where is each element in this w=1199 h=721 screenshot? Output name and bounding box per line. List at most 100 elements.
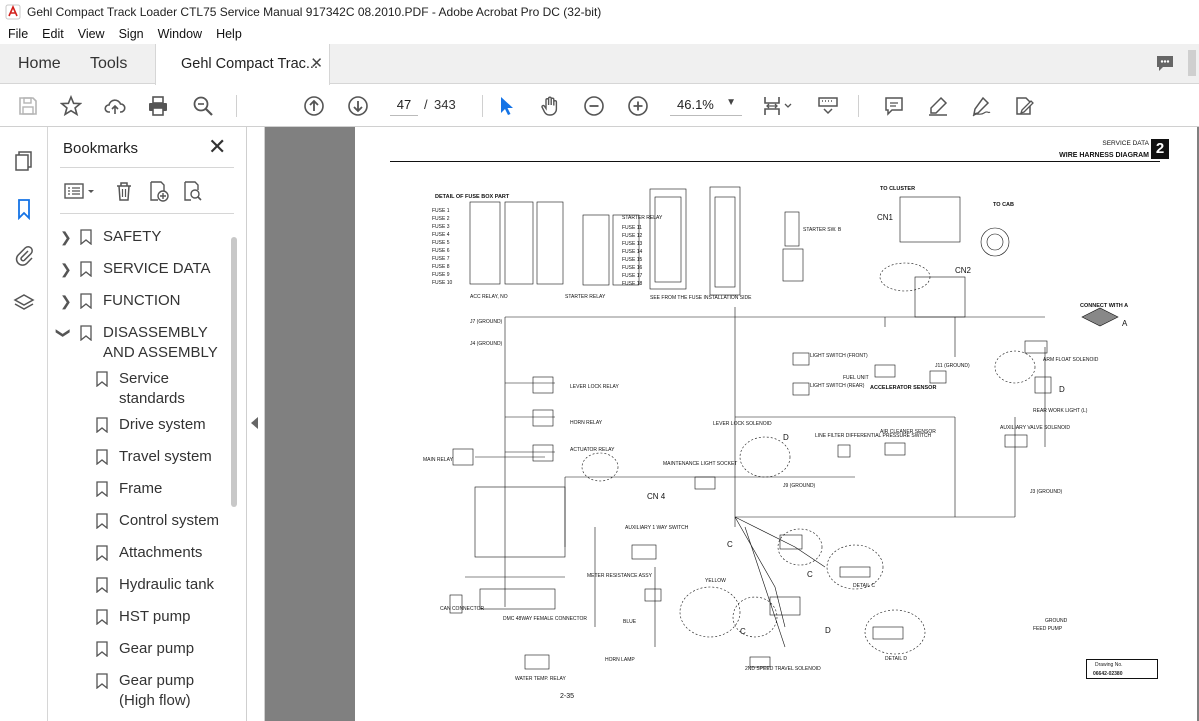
document-viewer[interactable]: SERVICE DATA WIRE HARNESS DIAGRAM 2 DETA… bbox=[265, 127, 1199, 721]
bookmark-options-icon[interactable] bbox=[62, 179, 98, 203]
menu-window[interactable]: Window bbox=[150, 27, 208, 41]
close-panel-icon[interactable]: ✕ bbox=[208, 136, 226, 158]
bookmarks-list: ❯ SAFETY ❯ SERVICE DATA ❯ FUNCTION ❯ DIS… bbox=[48, 223, 233, 721]
select-cursor-icon[interactable] bbox=[494, 94, 518, 118]
bookmark-icon bbox=[96, 673, 108, 689]
chevron-right-icon[interactable]: ❯ bbox=[60, 227, 72, 247]
fuse-label: FUSE 3 bbox=[432, 224, 450, 230]
next-page-icon[interactable] bbox=[346, 94, 370, 118]
cn4-label: CN 4 bbox=[647, 492, 666, 501]
zoom-level-value: 46.1% bbox=[677, 97, 714, 112]
lever-lock-solenoid-label: LEVER LOCK SOLENOID bbox=[713, 421, 772, 427]
tab-document[interactable]: Gehl Compact Trac... ✕ bbox=[155, 44, 330, 85]
chevron-right-icon[interactable]: ❯ bbox=[60, 259, 72, 279]
tabbar-scrollbar[interactable] bbox=[1188, 50, 1196, 76]
bookmark-hst-pump[interactable]: HST pump bbox=[96, 607, 226, 627]
bookmark-icon bbox=[96, 545, 108, 561]
menu-view[interactable]: View bbox=[70, 27, 111, 41]
bookmarks-scrollbar[interactable] bbox=[231, 237, 237, 507]
bookmark-control-system[interactable]: Control system bbox=[96, 511, 226, 531]
bookmark-icon bbox=[96, 449, 108, 465]
bookmark-safety[interactable]: ❯ SAFETY bbox=[60, 227, 230, 247]
fit-page-icon[interactable] bbox=[761, 94, 795, 118]
feed-pump-label: FEED PUMP bbox=[1033, 626, 1063, 632]
page-total: 343 bbox=[434, 97, 456, 112]
chevron-down-icon[interactable]: ❯ bbox=[54, 327, 74, 339]
scroll-mode-icon[interactable] bbox=[816, 94, 840, 118]
zoom-out-icon[interactable] bbox=[582, 94, 606, 118]
fuse-label: FUSE 6 bbox=[432, 248, 450, 254]
j11-ground-label: J11 (GROUND) bbox=[935, 363, 970, 369]
print-icon[interactable] bbox=[146, 94, 170, 118]
bookmark-frame[interactable]: Frame bbox=[96, 479, 226, 499]
layers-icon[interactable] bbox=[12, 291, 36, 315]
aux-way-sw-label: AUXILIARY 1 WAY SWITCH bbox=[625, 525, 689, 531]
bookmarks-toolbar bbox=[60, 177, 234, 207]
to-cab-label: TO CAB bbox=[993, 202, 1014, 208]
marker-d: D bbox=[1059, 385, 1065, 394]
page-separator: / bbox=[424, 97, 428, 112]
draw-sign-icon[interactable] bbox=[969, 94, 993, 118]
menu-file[interactable]: File bbox=[0, 27, 34, 41]
bookmark-function[interactable]: ❯ FUNCTION bbox=[60, 291, 230, 311]
tab-home[interactable]: Home bbox=[18, 44, 61, 84]
meter-res-label: METER RESISTANCE ASSY bbox=[587, 573, 653, 579]
bookmark-icon bbox=[96, 417, 108, 433]
page-number-input[interactable] bbox=[390, 94, 418, 116]
menu-edit[interactable]: Edit bbox=[34, 27, 70, 41]
edit-pdf-icon[interactable] bbox=[1012, 94, 1036, 118]
bookmark-icon bbox=[96, 513, 108, 529]
chevron-down-icon: ▼ bbox=[726, 97, 736, 108]
close-tab-icon[interactable]: ✕ bbox=[310, 54, 323, 72]
bookmark-service-standards[interactable]: Service standards bbox=[96, 369, 226, 409]
menu-help[interactable]: Help bbox=[208, 27, 248, 41]
bookmark-label: Drive system bbox=[119, 416, 206, 433]
page-thumbnails-icon[interactable] bbox=[12, 149, 36, 173]
yellow-label: YELLOW bbox=[705, 578, 726, 584]
bookmark-attachments[interactable]: Attachments bbox=[96, 543, 226, 563]
bookmark-gear-pump-high-flow[interactable]: Gear pump (High flow) bbox=[96, 671, 226, 711]
dmc-female-label: DMC 48WAY FEMALE CONNECTOR bbox=[503, 616, 587, 622]
star-icon[interactable] bbox=[59, 94, 83, 118]
tab-tools[interactable]: Tools bbox=[90, 44, 127, 84]
bookmark-gear-pump[interactable]: Gear pump bbox=[96, 639, 226, 659]
new-bookmark-icon[interactable] bbox=[146, 179, 170, 203]
zoom-in-icon[interactable] bbox=[626, 94, 650, 118]
find-bookmark-icon[interactable] bbox=[180, 179, 204, 203]
bookmark-hydraulic-tank[interactable]: Hydraulic tank bbox=[96, 575, 226, 595]
bookmark-label: Service standards bbox=[119, 370, 185, 407]
collapse-arrow-icon[interactable] bbox=[251, 417, 258, 429]
fuse-label: FUSE 9 bbox=[432, 272, 450, 278]
panel-collapse-strip[interactable] bbox=[247, 127, 265, 721]
fuse-label: FUSE 1 bbox=[432, 208, 450, 214]
bookmark-panel-icon[interactable] bbox=[12, 197, 36, 221]
bookmark-label: Frame bbox=[119, 480, 163, 497]
fuse-label: FUSE 17 bbox=[622, 273, 643, 279]
attachments-paperclip-icon[interactable] bbox=[12, 243, 36, 267]
bookmark-disassembly-and-assembly[interactable]: ❯ DISASSEMBLY AND ASSEMBLY bbox=[56, 323, 230, 363]
highlight-pen-icon[interactable] bbox=[926, 94, 950, 118]
bookmark-travel-system[interactable]: Travel system bbox=[96, 447, 226, 467]
maint-socket-label: MAINTENANCE LIGHT SOCKET bbox=[663, 461, 737, 467]
upload-cloud-icon[interactable] bbox=[103, 94, 127, 118]
menu-sign[interactable]: Sign bbox=[111, 27, 150, 41]
actuator-relay-label: ACTUATOR RELAY bbox=[570, 447, 615, 453]
chevron-right-icon[interactable]: ❯ bbox=[60, 291, 72, 311]
hand-tool-icon[interactable] bbox=[538, 94, 562, 118]
comment-bubble-icon[interactable] bbox=[1154, 52, 1176, 74]
delete-bookmark-icon[interactable] bbox=[112, 179, 136, 203]
previous-page-icon[interactable] bbox=[302, 94, 326, 118]
save-icon[interactable] bbox=[16, 94, 40, 118]
zoom-search-icon[interactable] bbox=[191, 94, 215, 118]
add-comment-icon[interactable] bbox=[882, 94, 906, 118]
bookmark-service-data[interactable]: ❯ SERVICE DATA bbox=[60, 259, 230, 279]
lever-lock-relay-label: LEVER LOCK RELAY bbox=[570, 384, 619, 390]
j4-ground-label: J4 (GROUND) bbox=[470, 341, 503, 347]
j9-ground-label: J9 (GROUND) bbox=[783, 483, 816, 489]
j7-ground-label: J7 (GROUND) bbox=[470, 319, 503, 325]
starter-sw-label: STARTER SW. B bbox=[803, 227, 842, 233]
bookmark-drive-system[interactable]: Drive system bbox=[96, 415, 226, 435]
detail-c-label: DETAIL C bbox=[853, 583, 875, 589]
zoom-level-select[interactable]: 46.1% ▼ bbox=[670, 94, 742, 116]
document-page-number: 2-35 bbox=[560, 693, 575, 700]
